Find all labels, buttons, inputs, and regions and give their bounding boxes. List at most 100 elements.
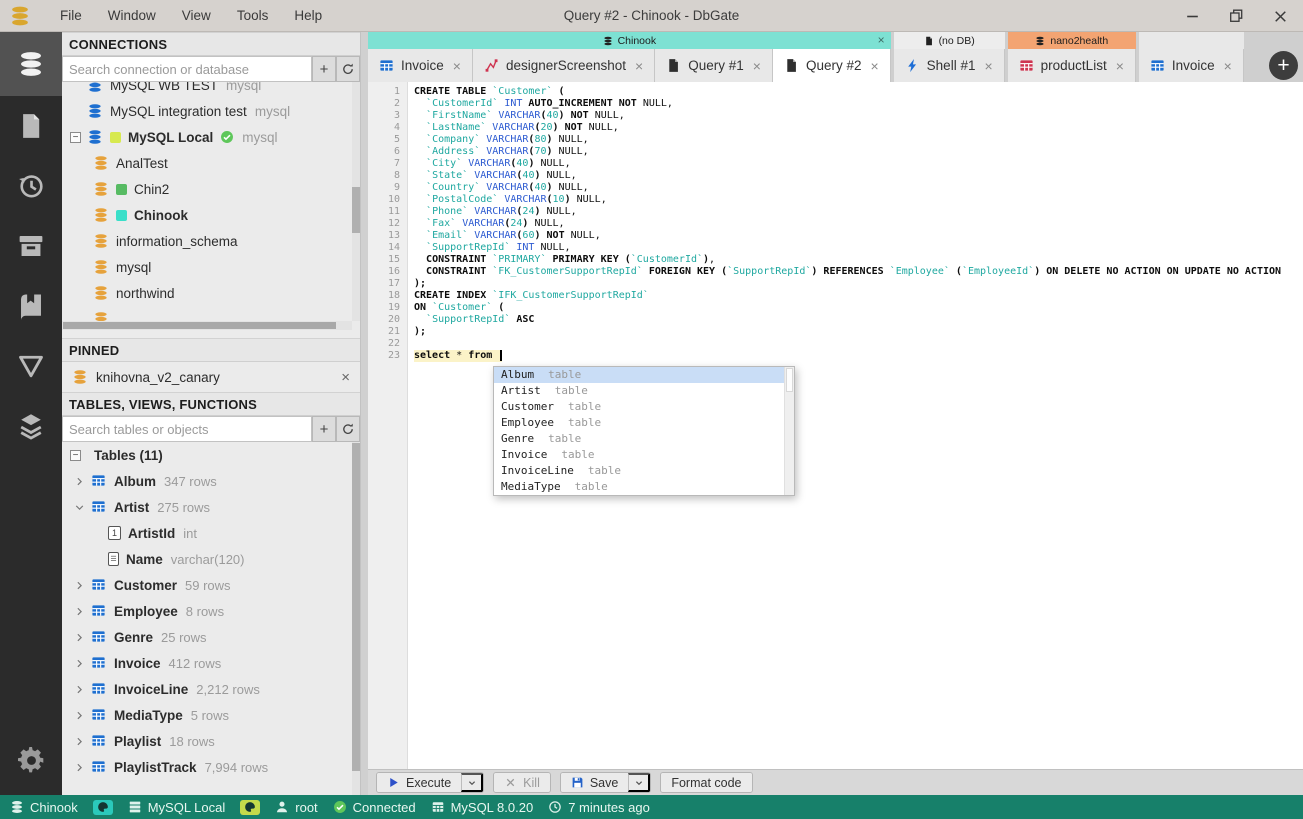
chevron-right-icon[interactable] (72, 734, 86, 748)
sidebar-file-icon[interactable] (0, 96, 62, 156)
close-tab-icon[interactable]: × (1224, 58, 1232, 74)
column-row-artistid[interactable]: 1 ArtistId int (62, 520, 360, 546)
chevron-right-icon[interactable] (72, 708, 86, 722)
table-row-mediatype[interactable]: MediaType 5 rows (62, 702, 360, 728)
kill-button[interactable]: Kill (494, 773, 550, 792)
add-table-button[interactable]: + (312, 416, 336, 442)
code-line[interactable]: CONSTRAINT `PRIMARY` PRIMARY KEY (`Custo… (414, 254, 1303, 266)
code-line[interactable]: `Fax` VARCHAR(24) NULL, (414, 218, 1303, 230)
autocomplete-item-invoiceline[interactable]: InvoiceLine table (494, 463, 794, 479)
scrollbar-thumb[interactable] (63, 322, 336, 329)
code-line[interactable]: `PostalCode` VARCHAR(10) NULL, (414, 194, 1303, 206)
connection-tree-item[interactable]: Chinook (62, 202, 360, 228)
code-line[interactable]: `SupportRepId` ASC (414, 314, 1303, 326)
add-connection-button[interactable]: + (312, 56, 336, 82)
tab-productlist[interactable]: productList × (1007, 49, 1136, 82)
table-row-customer[interactable]: Customer 59 rows (62, 572, 360, 598)
close-tab-icon[interactable]: × (753, 58, 761, 74)
tab-shell-1[interactable]: Shell #1 × (893, 49, 1005, 82)
chevron-right-icon[interactable] (72, 630, 86, 644)
code-line[interactable]: `Company` VARCHAR(80) NULL, (414, 134, 1303, 146)
connection-tree-item[interactable]: MySQL integration test mysql (62, 98, 360, 124)
table-row-employee[interactable]: Employee 8 rows (62, 598, 360, 624)
code-line[interactable]: ); (414, 326, 1303, 338)
connection-tree-item[interactable]: MySQL WB TEST mysql (62, 82, 360, 98)
scrollbar-thumb[interactable] (352, 443, 360, 772)
connection-search-input[interactable] (62, 56, 312, 82)
code-line[interactable]: `State` VARCHAR(40) NULL, (414, 170, 1303, 182)
tab-invoice[interactable]: Invoice × (1138, 49, 1244, 82)
connections-vertical-scrollbar[interactable] (352, 82, 360, 321)
pinned-item-knihovna[interactable]: knihovna_v2_canary × (62, 362, 360, 392)
collapse-expander-icon[interactable]: − (70, 449, 81, 461)
save-dropdown-button[interactable] (628, 773, 651, 792)
sidebar-database-icon[interactable] (0, 32, 62, 96)
tab-query-1[interactable]: Query #1 × (655, 49, 773, 82)
execute-button[interactable]: Execute (377, 773, 462, 792)
sidebar-book-icon[interactable] (0, 276, 62, 336)
code-line[interactable]: `Email` VARCHAR(60) NOT NULL, (414, 230, 1303, 242)
code-line[interactable]: ON `Customer` ( (414, 302, 1303, 314)
table-row-invoice[interactable]: Invoice 412 rows (62, 650, 360, 676)
connection-tree-item[interactable]: northwind (62, 280, 360, 306)
connection-tree-item[interactable]: AnalTest (62, 150, 360, 176)
chevron-right-icon[interactable] (72, 578, 86, 592)
connection-tree-item[interactable]: mysql (62, 254, 360, 280)
sql-editor[interactable]: 1 2 3 4 5 6 7 8 9 10 11 12 13 14 15 16 17 18 19 20 21 22 23 CR… (368, 82, 1303, 769)
sidebar-layers-icon[interactable] (0, 396, 62, 456)
code-line[interactable]: `FirstName` VARCHAR(40) NOT NULL, (414, 110, 1303, 122)
tab-query-2[interactable]: Query #2 × (772, 49, 891, 82)
table-row-playlist[interactable]: Playlist 18 rows (62, 728, 360, 754)
connection-tree-item[interactable]: information_schema (62, 228, 360, 254)
menu-tools[interactable]: Tools (226, 5, 280, 26)
table-row-artist[interactable]: Artist 275 rows (62, 494, 360, 520)
panel-splitter[interactable] (360, 32, 368, 795)
autocomplete-item-invoice[interactable]: Invoice table (494, 447, 794, 463)
code-line[interactable]: `Address` VARCHAR(70) NULL, (414, 146, 1303, 158)
tables-search-input[interactable] (62, 416, 312, 442)
close-tab-icon[interactable]: × (1116, 58, 1124, 74)
chevron-right-icon[interactable] (72, 474, 86, 488)
close-tab-icon[interactable]: × (984, 58, 992, 74)
menu-file[interactable]: File (49, 5, 93, 26)
tables-vertical-scrollbar[interactable] (352, 442, 360, 795)
chevron-right-icon[interactable] (72, 682, 86, 696)
chevron-right-icon[interactable] (72, 656, 86, 670)
close-tab-icon[interactable]: × (870, 58, 878, 74)
save-button[interactable]: Save (560, 773, 629, 792)
menu-view[interactable]: View (171, 5, 222, 26)
connections-horizontal-scrollbar[interactable] (62, 321, 352, 330)
code-line[interactable]: `Phone` VARCHAR(24) NULL, (414, 206, 1303, 218)
collapse-expander-icon[interactable]: − (70, 131, 81, 143)
execute-dropdown-button[interactable] (461, 773, 484, 792)
sidebar-settings-icon[interactable] (0, 725, 62, 795)
autocomplete-item-customer[interactable]: Customer table (494, 399, 794, 415)
scrollbar-thumb[interactable] (786, 368, 793, 392)
format-code-button[interactable]: Format code (661, 773, 752, 792)
refresh-tables-button[interactable] (336, 416, 360, 442)
code-line[interactable]: `CustomerId` INT AUTO_INCREMENT NOT NULL… (414, 98, 1303, 110)
close-button[interactable] (1271, 7, 1289, 25)
code-line[interactable]: `LastName` VARCHAR(20) NOT NULL, (414, 122, 1303, 134)
sidebar-history-icon[interactable] (0, 156, 62, 216)
code-line[interactable]: `City` VARCHAR(40) NULL, (414, 158, 1303, 170)
refresh-connections-button[interactable] (336, 56, 360, 82)
tables-group-row[interactable]: − Tables (11) (62, 442, 360, 468)
column-row-name[interactable]: ☰ Name varchar(120) (62, 546, 360, 572)
close-tab-icon[interactable]: × (635, 58, 643, 74)
tab-designerscreenshot[interactable]: designerScreenshot × (472, 49, 656, 82)
table-row-genre[interactable]: Genre 25 rows (62, 624, 360, 650)
table-row-album[interactable]: Album 347 rows (62, 468, 360, 494)
chevron-down-icon[interactable] (72, 500, 86, 514)
scrollbar-thumb[interactable] (352, 187, 360, 233)
table-row-playlisttrack[interactable]: PlaylistTrack 7,994 rows (62, 754, 360, 780)
restore-button[interactable] (1227, 7, 1245, 25)
autocomplete-item-employee[interactable]: Employee table (494, 415, 794, 431)
code-line[interactable]: CONSTRAINT `FK_CustomerSupportRepId` FOR… (414, 266, 1303, 278)
menu-window[interactable]: Window (97, 5, 167, 26)
minimize-button[interactable] (1183, 7, 1201, 25)
code-line[interactable]: `Country` VARCHAR(40) NULL, (414, 182, 1303, 194)
autocomplete-item-album[interactable]: Album table (494, 367, 794, 383)
new-tab-button[interactable]: + (1269, 51, 1298, 80)
chevron-right-icon[interactable] (72, 604, 86, 618)
